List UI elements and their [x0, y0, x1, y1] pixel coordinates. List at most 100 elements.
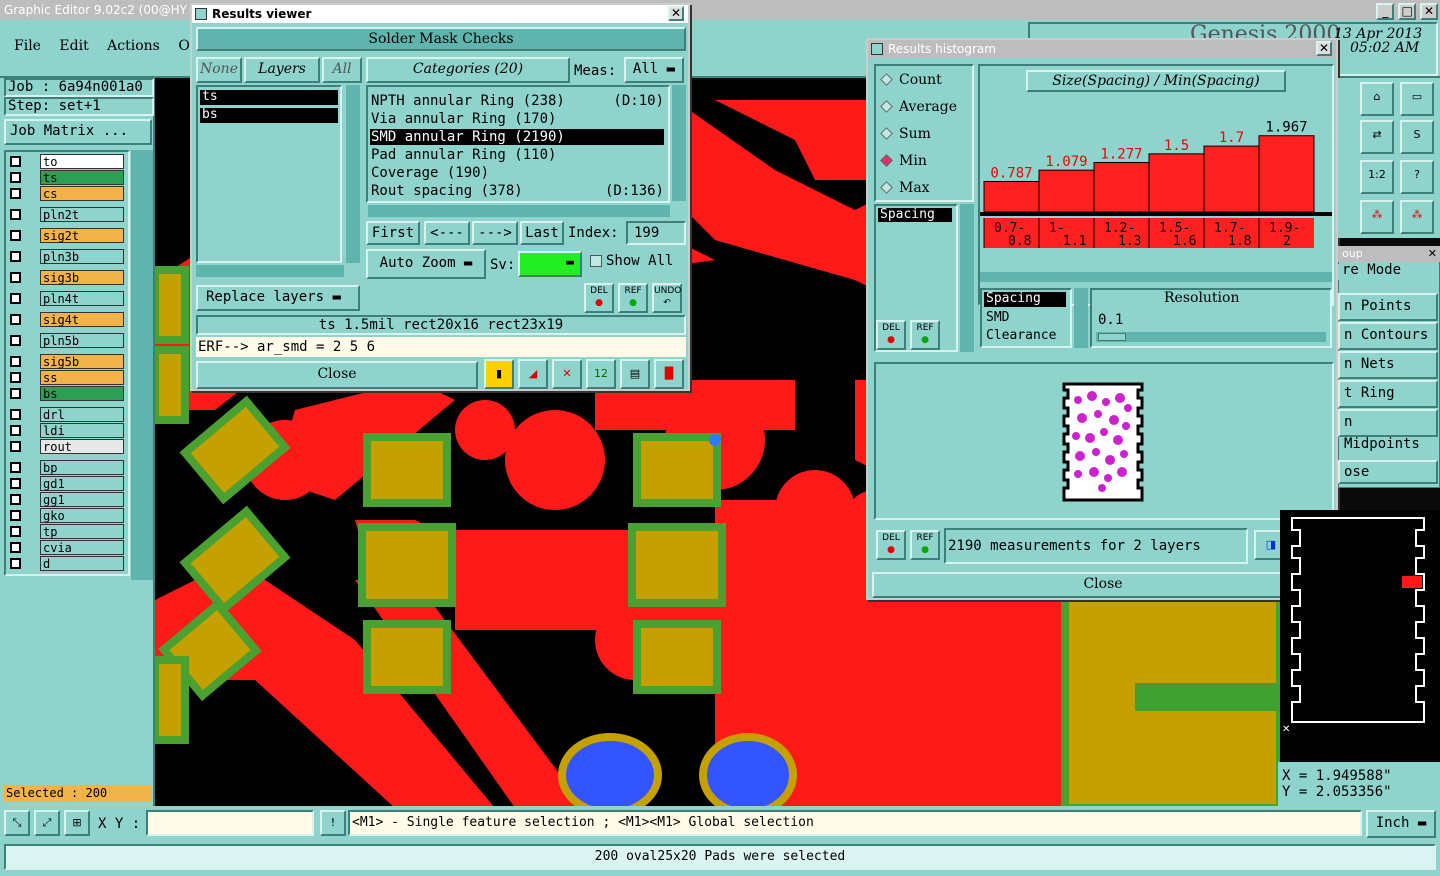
layer-row-cs[interactable]: cs [8, 186, 126, 201]
histogram-bar[interactable] [1148, 153, 1205, 213]
layer-row-tp[interactable]: tp [8, 524, 126, 539]
tool-scale-icon[interactable]: 1:2 [1360, 160, 1394, 194]
histogram-close-button[interactable]: Close [872, 572, 1334, 598]
flag-icon[interactable]: ▮ [484, 359, 514, 389]
unit-select[interactable]: Inch ▬ [1366, 810, 1436, 838]
right-popup-item[interactable]: re Mode [1338, 263, 1438, 280]
option-max[interactable]: Max [880, 180, 930, 196]
tool-home-icon[interactable]: ⌂ [1360, 82, 1394, 116]
histogram-bar[interactable] [1038, 169, 1095, 213]
layers-hscroll[interactable] [196, 265, 344, 277]
category-item[interactable]: SMD annular Ring (2190) [370, 129, 664, 145]
menu-file[interactable]: File [14, 38, 41, 54]
option-average[interactable]: Average [880, 99, 957, 115]
right-popup-item[interactable]: n Contours [1338, 322, 1438, 350]
layer-row-d[interactable]: d [8, 556, 126, 571]
tool-s-icon[interactable]: S [1400, 120, 1434, 154]
auto-zoom-select[interactable]: Auto Zoom ▬ [366, 249, 486, 279]
layer-checkbox[interactable] [10, 425, 21, 436]
layer-checkbox[interactable] [10, 209, 21, 220]
report-icon[interactable]: ▤ [620, 359, 650, 389]
spacing-list-item[interactable]: Spacing [878, 208, 952, 222]
type-scrollbar[interactable] [1074, 288, 1088, 348]
mini-view[interactable]: ✕ [1280, 510, 1440, 760]
layer-row-ldi[interactable]: ldi [8, 423, 126, 438]
histogram-bar[interactable] [983, 180, 1040, 213]
layer-row-pln2t[interactable]: pln2t [8, 207, 126, 222]
layer-checkbox[interactable] [10, 542, 21, 553]
right-popup-close-button[interactable]: ose [1338, 460, 1438, 484]
zoom-area-icon[interactable]: ⤢ [34, 810, 60, 836]
type-item-spacing[interactable]: Spacing [984, 292, 1066, 307]
layer-checkbox[interactable] [10, 494, 21, 505]
layer-item-bs[interactable]: bs [200, 108, 338, 123]
layer-row-bp[interactable]: bp [8, 460, 126, 475]
layer-row-pln4t[interactable]: pln4t [8, 291, 126, 306]
layer-checkbox[interactable] [10, 441, 21, 452]
histogram-bar[interactable] [1203, 145, 1260, 213]
resolution-slider[interactable] [1096, 332, 1326, 342]
prev-button[interactable]: <--- [424, 221, 470, 245]
grid-icon[interactable]: ⊞ [64, 810, 90, 836]
hist-del-icon[interactable]: DEL ● [876, 320, 906, 350]
spacing-scrollbar[interactable] [960, 204, 974, 352]
layer-row-cvia[interactable]: cvia [8, 540, 126, 555]
layer-checkbox[interactable] [10, 388, 21, 399]
right-popup-item[interactable]: n Nets [1338, 351, 1438, 379]
maximize-button[interactable]: □ [1398, 3, 1417, 20]
layer-row-ss[interactable]: ss [8, 370, 126, 385]
layer-checkbox[interactable] [10, 558, 21, 569]
radio-icon[interactable] [880, 100, 893, 113]
zoom-fit-icon[interactable]: ⤡ [4, 810, 30, 836]
right-popup-item[interactable]: n Midpoints [1338, 409, 1438, 452]
ref-icon[interactable]: REF ● [618, 283, 648, 313]
layer-checkbox[interactable] [10, 409, 21, 420]
right-popup-item[interactable]: n Points [1338, 293, 1438, 321]
next-button[interactable]: ---> [472, 221, 518, 245]
layer-checkbox[interactable] [10, 314, 21, 325]
right-popup-close[interactable]: ✕ [1428, 246, 1437, 262]
mark-icon[interactable]: ◢ [518, 359, 548, 389]
layer-checkbox[interactable] [10, 356, 21, 367]
layer-row-pln3b[interactable]: pln3b [8, 249, 126, 264]
layer-checkbox[interactable] [10, 293, 21, 304]
undo-icon[interactable]: UNDO ↶ [652, 283, 682, 313]
type-item-smd[interactable]: SMD [986, 310, 1009, 325]
xy-input[interactable] [146, 810, 314, 836]
category-item[interactable]: Coverage (190) [370, 165, 664, 181]
option-count[interactable]: Count [880, 72, 942, 88]
layer-row-to[interactable]: to [8, 154, 126, 169]
categories-tab[interactable]: Categories (20) [366, 57, 570, 83]
minimize-button[interactable]: _ [1376, 3, 1395, 20]
layer-checkbox[interactable] [10, 251, 21, 262]
layer-row-sig3b[interactable]: sig3b [8, 270, 126, 285]
menu-edit[interactable]: Edit [59, 38, 88, 54]
layers-tab[interactable]: Layers [244, 57, 320, 83]
all-button[interactable]: All [322, 57, 362, 83]
ref-cross-icon[interactable]: ✕ [552, 359, 582, 389]
layer-row-ts[interactable]: ts [8, 170, 126, 185]
menu-actions[interactable]: Actions [107, 38, 160, 54]
number-icon[interactable]: 12 [586, 359, 616, 389]
chart-hscroll[interactable] [980, 272, 1332, 282]
tool-net-icon[interactable]: ⁂ [1360, 200, 1394, 234]
layer-checkbox[interactable] [10, 462, 21, 473]
slider-thumb[interactable] [1098, 333, 1126, 341]
layer-checkbox[interactable] [10, 188, 21, 199]
histogram-icon[interactable]: ▐▌ [654, 359, 684, 389]
layer-checkbox[interactable] [10, 230, 21, 241]
type-item-clearance[interactable]: Clearance [986, 328, 1056, 343]
category-item[interactable]: Rout spacing (378) (D:136) [370, 183, 664, 199]
histogram-close-x[interactable]: ✕ [1316, 41, 1332, 56]
tool-net2-icon[interactable]: ⁂ [1400, 200, 1434, 234]
category-item[interactable]: Via annular Ring (170) [370, 111, 664, 127]
preview-del-icon[interactable]: DEL ● [876, 530, 906, 560]
radio-icon[interactable] [880, 127, 893, 140]
index-input[interactable]: 199 [626, 221, 686, 245]
radio-icon[interactable] [880, 73, 893, 86]
layer-row-bs[interactable]: bs [8, 386, 126, 401]
categories-hscroll[interactable] [368, 205, 670, 217]
layer-row-sig2t[interactable]: sig2t [8, 228, 126, 243]
results-close-button[interactable]: Close [196, 361, 478, 389]
layer-checkbox[interactable] [10, 372, 21, 383]
